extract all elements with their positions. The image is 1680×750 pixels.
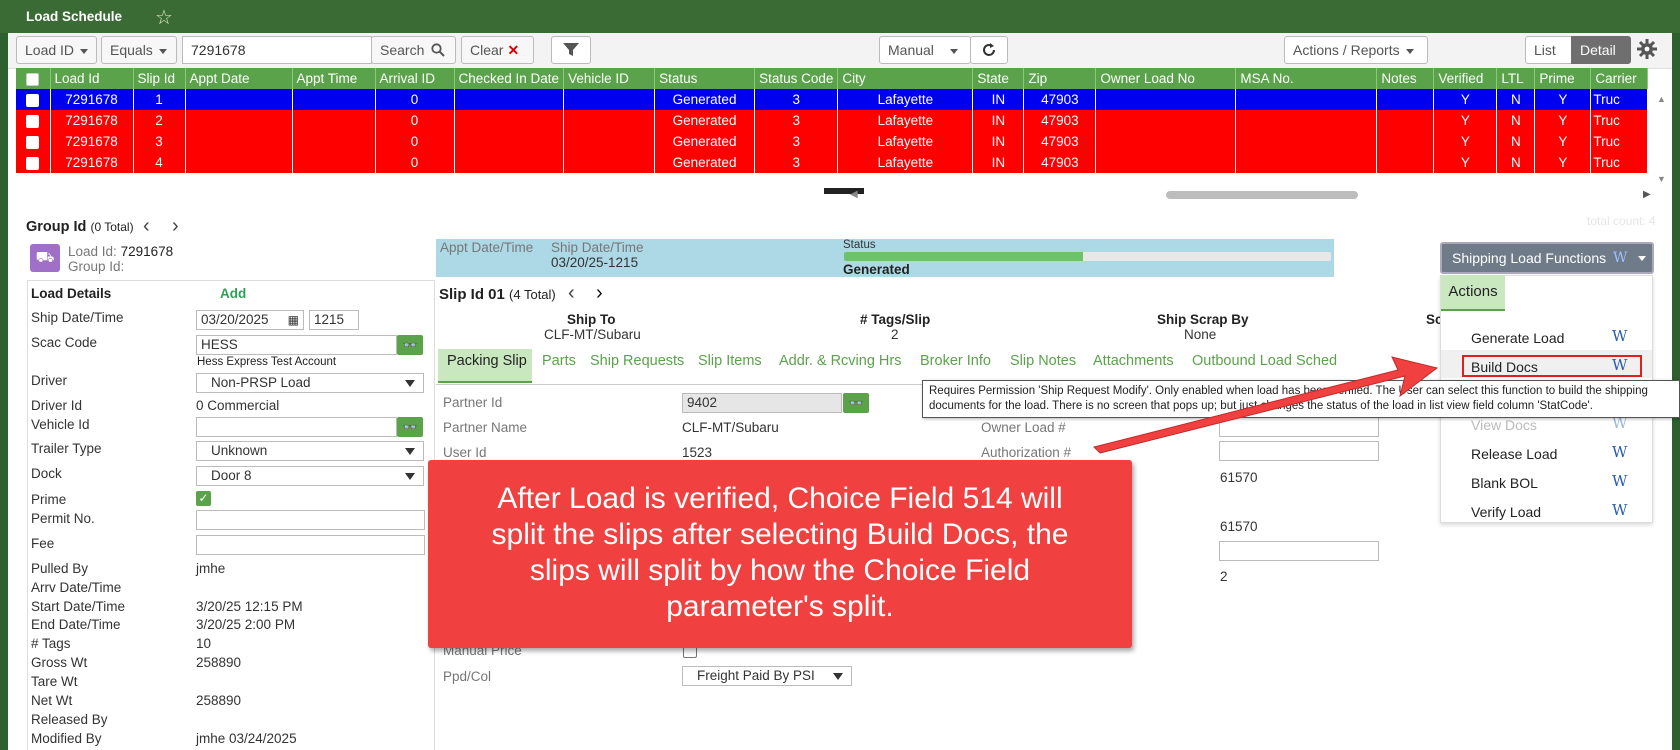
annotation-callout: After Load is verified, Choice Field 514… — [428, 460, 1132, 648]
